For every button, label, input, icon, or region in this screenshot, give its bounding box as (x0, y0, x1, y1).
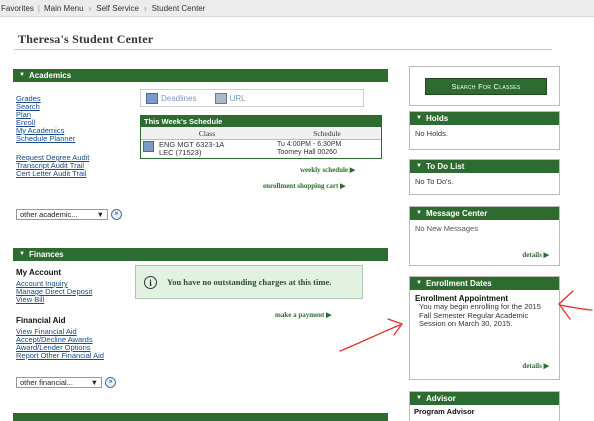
red-arrow-to-text (339, 318, 404, 352)
table-row: ENG MGT 6323-1A LEC (71523) Tu 4:00PM - … (141, 140, 381, 159)
nav-self-service[interactable]: Self Service (96, 4, 139, 13)
todo-header: ▼ To Do List (410, 160, 559, 173)
collapse-triangle-icon[interactable]: ▼ (416, 160, 422, 173)
collapse-triangle-icon[interactable]: ▼ (19, 69, 25, 82)
message-details-link[interactable]: details ▶ (522, 251, 549, 259)
col-schedule: Schedule (273, 127, 381, 140)
financial-aid-label: Financial Aid (16, 316, 66, 325)
finances-header-label: Finances (28, 250, 64, 259)
aid-links: View Financial Aid Accept/Decline Awards… (16, 328, 104, 360)
nav-main-menu[interactable]: Main Menu (44, 4, 84, 13)
go-button[interactable]: » (105, 377, 116, 388)
account-links: Account Inquiry Manage Direct Deposit Vi… (16, 280, 92, 304)
collapse-triangle-icon[interactable]: ▼ (416, 112, 422, 125)
holds-box: ▼ Holds No Holds. (409, 111, 560, 150)
my-account-label: My Account (16, 268, 62, 277)
enrollment-cart-link[interactable]: enrollment shopping cart ▶ (263, 182, 345, 190)
academics-header: ▼ Academics (13, 69, 388, 82)
class-room: Toomey Hall 00260 (277, 149, 337, 156)
collapse-triangle-icon[interactable]: ▼ (19, 248, 25, 261)
col-class: Class (141, 127, 273, 140)
weekly-schedule-table: This Week's Schedule Class Schedule ENG … (140, 115, 382, 159)
other-academic-select[interactable]: other academic... ▼ (16, 209, 108, 220)
todo-box: ▼ To Do List No To Do's. (409, 159, 560, 195)
weekly-schedule-link[interactable]: weekly schedule ▶ (300, 166, 355, 174)
link-schedule-planner[interactable]: Schedule Planner (16, 135, 75, 143)
make-payment-link[interactable]: make a payment ▶ (275, 311, 332, 319)
nav-favorites[interactable]: Favorites (1, 4, 34, 13)
collapse-triangle-icon[interactable]: ▼ (416, 207, 422, 220)
go-button[interactable]: » (111, 209, 122, 220)
todo-text: No To Do's. (415, 177, 454, 186)
class-icon (143, 141, 154, 152)
other-financial-select[interactable]: other financial... ▼ (16, 377, 102, 388)
link-icon (214, 92, 227, 104)
red-arrow-to-title (558, 290, 593, 320)
link-deadlines[interactable]: Deadlines (161, 94, 197, 103)
breadcrumb-separator: › (143, 3, 147, 13)
title-divider (14, 49, 552, 50)
message-center-header: ▼ Message Center (410, 207, 559, 220)
search-classes-button[interactable]: Search For Classes (425, 78, 547, 95)
nav-student-center[interactable]: Student Center (152, 4, 206, 13)
next-panel-header (13, 413, 388, 421)
class-section: LEC (71523) (158, 148, 202, 157)
link-view-bill[interactable]: View Bill (16, 296, 92, 304)
nav-divider: | (37, 3, 40, 13)
collapse-triangle-icon[interactable]: ▼ (416, 392, 422, 405)
arrow-right-icon: ▶ (349, 166, 356, 174)
dropdown-arrow-icon: ▼ (96, 209, 104, 219)
finances-header: ▼ Finances (13, 248, 388, 261)
advisor-text: Program Advisor (414, 407, 475, 416)
academics-links: Grades Search Plan Enroll My Academics S… (16, 95, 75, 143)
academics-tools: Deadlines URL (140, 89, 364, 107)
finances-dropdown-row: other financial... ▼ » (16, 377, 116, 388)
info-icon: i (144, 275, 157, 289)
holds-text: No Holds. (415, 129, 448, 138)
class-time: Tu 4:00PM - 6:30PM (277, 141, 342, 148)
advisor-box: ▼ Advisor Program Advisor (409, 391, 560, 421)
academics-header-label: Academics (28, 71, 72, 80)
annotation-arrows (339, 290, 593, 352)
breadcrumb-separator: › (88, 3, 92, 13)
charges-notice: i You have no outstanding charges at thi… (135, 265, 363, 299)
schedule-title: This Week's Schedule (141, 116, 381, 127)
link-cert-letter-audit-trail[interactable]: Cert Letter Audit Trail (16, 170, 89, 178)
academics-audit-links: Request Degree Audit Transcript Audit Tr… (16, 154, 89, 178)
advisor-header: ▼ Advisor (410, 392, 559, 405)
arrow-right-icon: ▶ (543, 251, 549, 259)
page-title: Theresa's Student Center (18, 32, 154, 46)
arrow-right-icon: ▶ (340, 182, 346, 190)
link-url[interactable]: URL (230, 94, 246, 103)
notice-text: You have no outstanding charges at this … (167, 276, 332, 287)
academics-dropdown-row: other academic... ▼ » (16, 209, 122, 220)
search-classes-box: Search For Classes (409, 66, 560, 106)
holds-header: ▼ Holds (410, 112, 559, 125)
calendar-icon (146, 92, 158, 104)
dropdown-arrow-icon: ▼ (90, 377, 98, 387)
top-nav-bar: Favorites | Main Menu › Self Service › S… (0, 0, 594, 17)
message-text: No New Messages (415, 224, 478, 233)
link-report-other-financial-aid[interactable]: Report Other Financial Aid (16, 352, 104, 360)
message-center-box: ▼ Message Center No New Messages details… (409, 206, 560, 266)
